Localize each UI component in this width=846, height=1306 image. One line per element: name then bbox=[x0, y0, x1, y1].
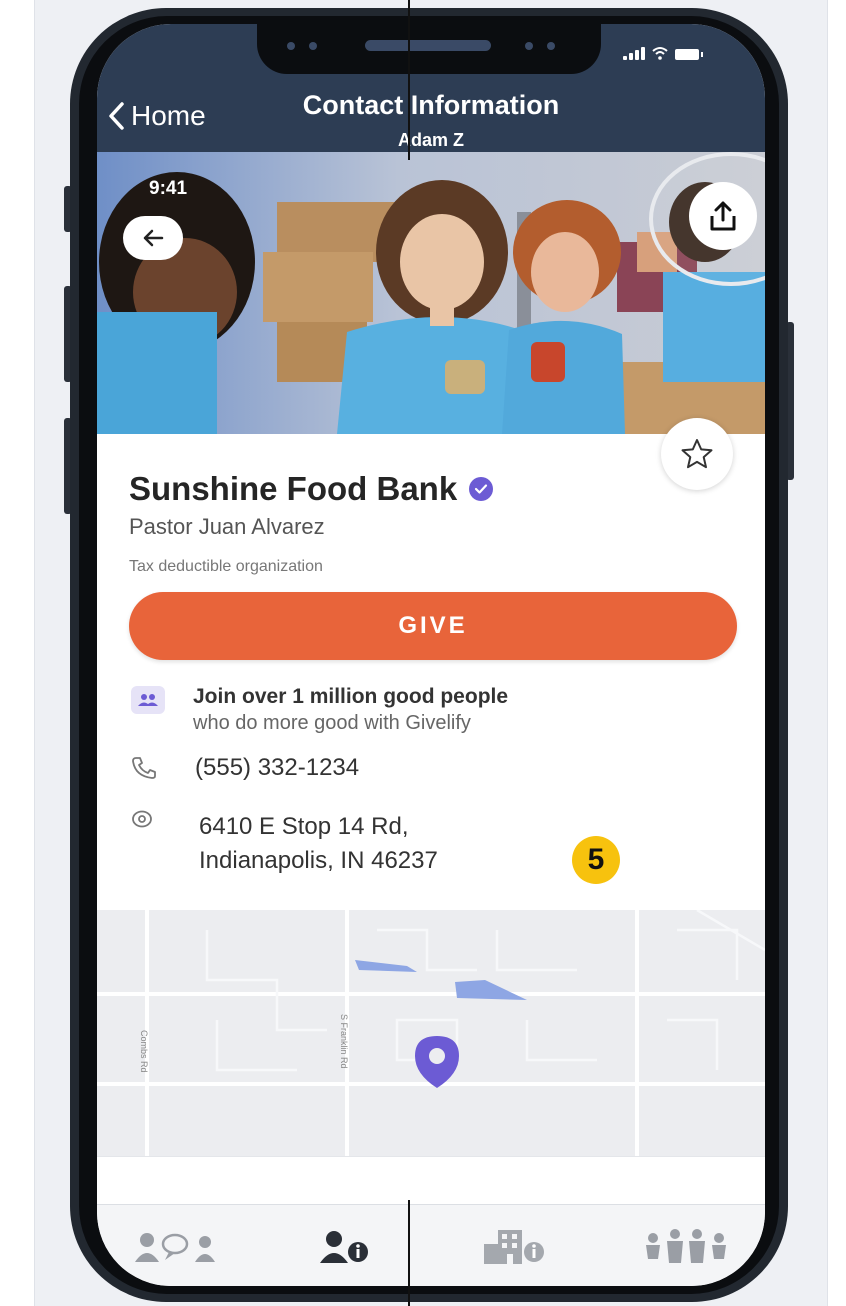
share-icon bbox=[710, 201, 736, 231]
location-pin-icon bbox=[132, 810, 152, 828]
phone-number: (555) 332-1234 bbox=[195, 754, 360, 781]
guide-line-top bbox=[408, 0, 410, 160]
org-name-text: Sunshine Food Bank bbox=[129, 470, 458, 507]
favorite-button[interactable] bbox=[661, 418, 733, 490]
road-label-2: S Franklin Rd bbox=[339, 1014, 349, 1069]
verified-badge-icon bbox=[469, 477, 494, 501]
star-icon bbox=[681, 439, 713, 469]
join-subline: who do more good with Givelify bbox=[193, 712, 471, 734]
building-info-icon bbox=[484, 1230, 544, 1264]
org-name: Sunshine Food Bank bbox=[129, 470, 494, 508]
family-icon bbox=[646, 1229, 726, 1263]
notch bbox=[257, 24, 601, 74]
people-chat-icon bbox=[135, 1233, 215, 1262]
tab-people-chat[interactable] bbox=[123, 1219, 233, 1275]
tab-family[interactable] bbox=[631, 1219, 741, 1275]
nav-header: Home Contact Information Adam Z bbox=[97, 24, 765, 156]
give-button[interactable]: GIVE bbox=[129, 592, 737, 660]
phone-icon bbox=[132, 757, 156, 779]
share-button[interactable] bbox=[689, 182, 757, 250]
map-graphic: Combs Rd S Franklin Rd bbox=[97, 910, 765, 1156]
address-line-2: Indianapolis, IN 46237 bbox=[199, 847, 438, 874]
person-info-icon bbox=[320, 1231, 368, 1263]
inner-status-time: 9:41 bbox=[149, 178, 188, 199]
step-marker-badge: 5 bbox=[572, 836, 620, 884]
join-row[interactable]: Join over 1 million good people who do m… bbox=[131, 684, 508, 736]
org-contact-name: Pastor Juan Alvarez bbox=[129, 514, 325, 539]
tab-contact-info[interactable] bbox=[291, 1219, 401, 1275]
address-row[interactable]: 6410 E Stop 14 Rd, Indianapolis, IN 4623… bbox=[131, 810, 438, 878]
road-label-1: Combs Rd bbox=[139, 1030, 149, 1073]
page-title: Contact Information bbox=[302, 90, 560, 120]
tab-organization-info[interactable] bbox=[465, 1219, 575, 1275]
photo-back-button[interactable] bbox=[123, 216, 183, 260]
guide-line-bottom bbox=[408, 1200, 410, 1306]
phone-screen: Home Contact Information Adam Z 9:41 Sun… bbox=[97, 24, 765, 1286]
content-footer-strip bbox=[97, 1156, 765, 1205]
bottom-tab-bar bbox=[97, 1204, 765, 1286]
wifi-icon bbox=[652, 47, 668, 60]
battery-icon bbox=[675, 49, 703, 60]
phone-row[interactable]: (555) 332-1234 bbox=[131, 754, 359, 782]
people-icon bbox=[131, 686, 165, 714]
tax-status: Tax deductible organization bbox=[129, 558, 323, 575]
arrow-left-icon bbox=[143, 229, 164, 247]
page-subtitle: Adam Z bbox=[397, 130, 464, 150]
address-line-1: 6410 E Stop 14 Rd, bbox=[199, 813, 409, 840]
location-map[interactable]: Combs Rd S Franklin Rd bbox=[97, 910, 765, 1156]
status-bar-icons bbox=[623, 46, 703, 60]
join-headline: Join over 1 million good people bbox=[193, 685, 509, 708]
signal-icon bbox=[623, 47, 645, 60]
